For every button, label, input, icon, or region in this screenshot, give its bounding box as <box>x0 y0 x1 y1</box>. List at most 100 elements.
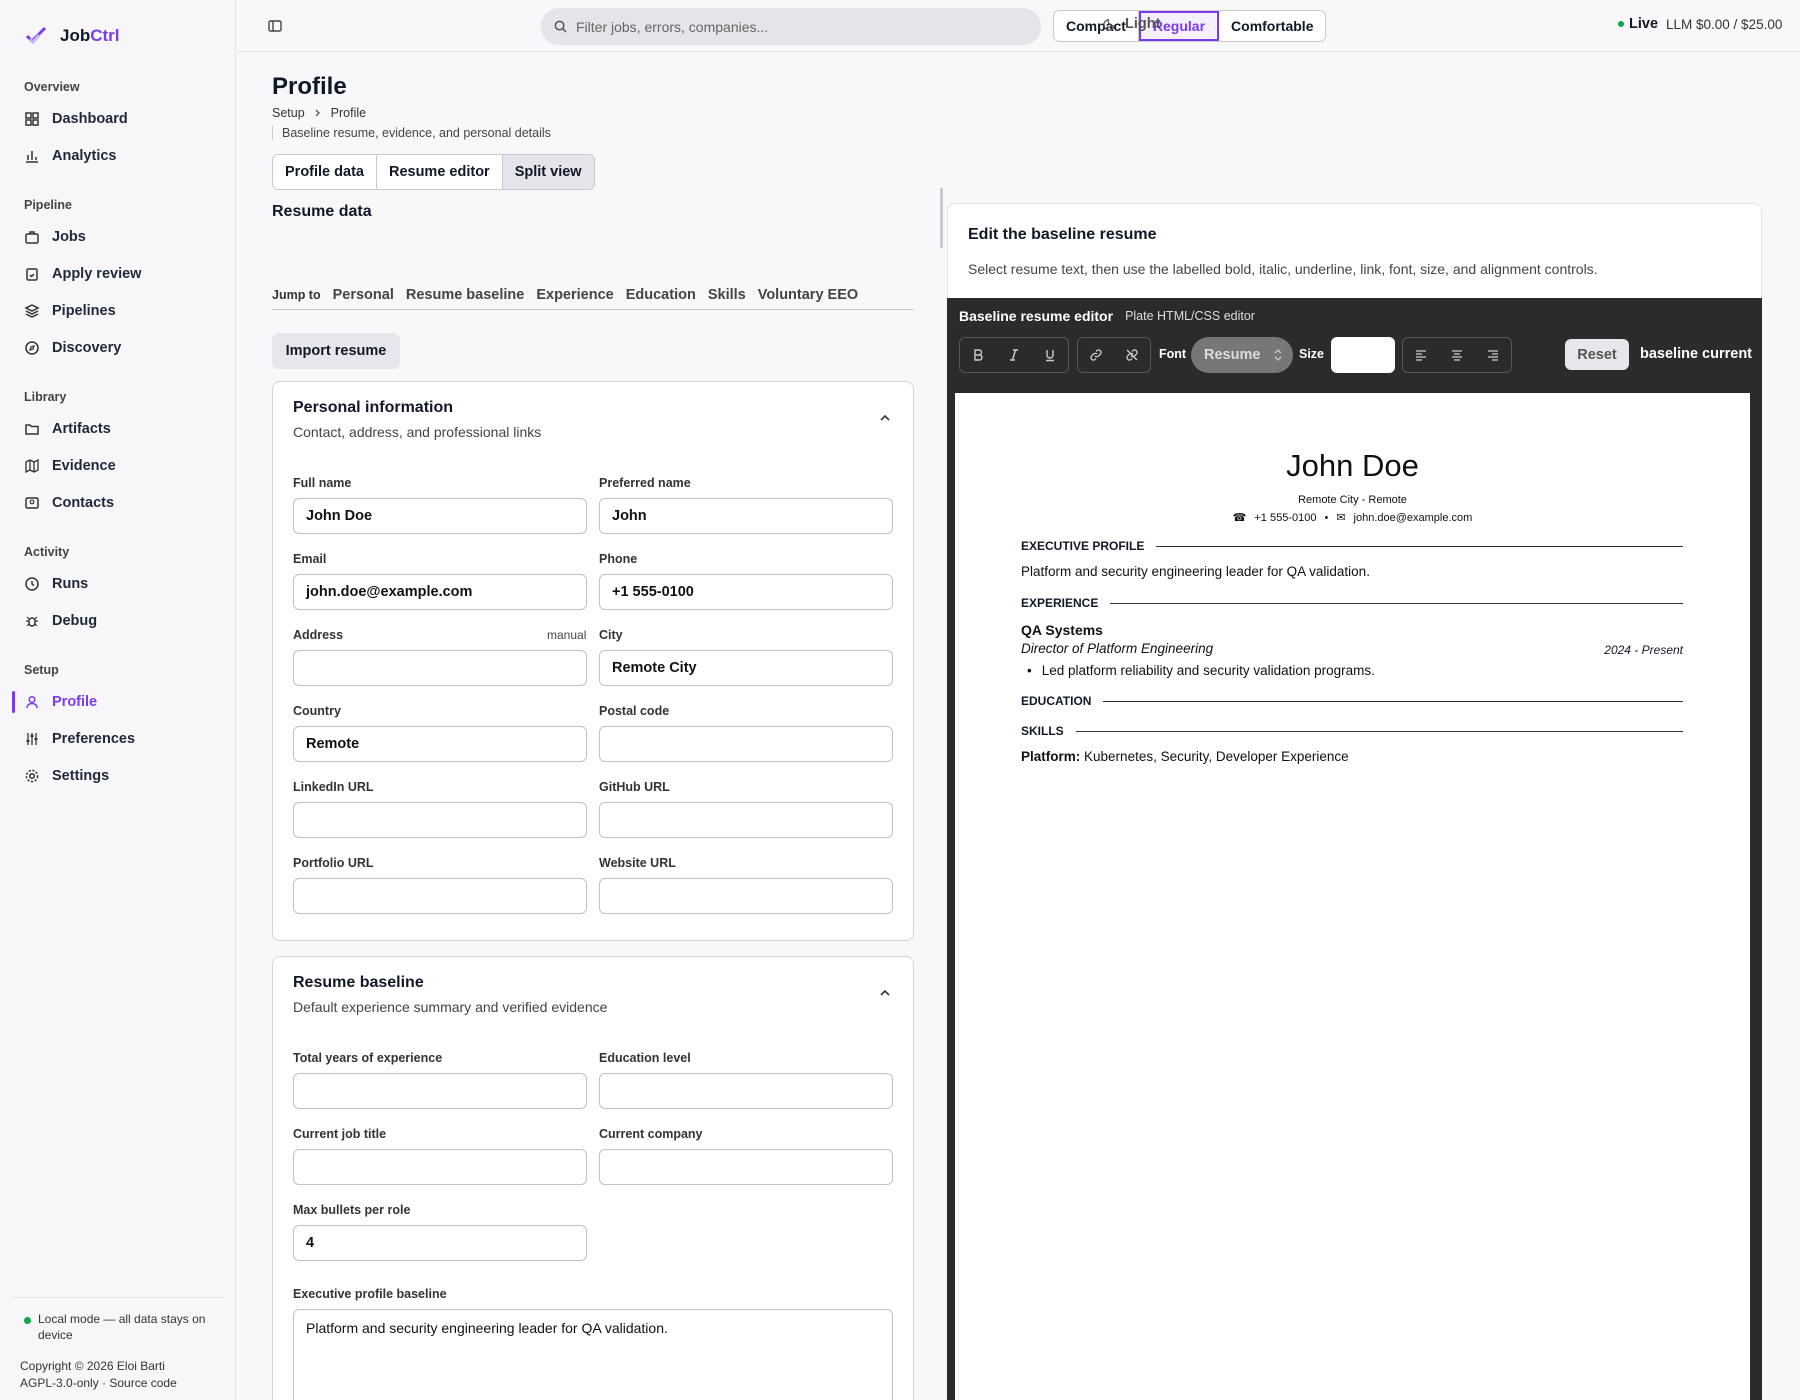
theme-toggle-button[interactable]: Light <box>1103 16 1160 32</box>
sidebar-item-jobs[interactable]: Jobs <box>12 220 224 254</box>
link-button[interactable] <box>1078 338 1114 372</box>
phone-input[interactable]: +1 555-0100 <box>599 574 893 610</box>
github-label: GitHub URL <box>599 780 670 794</box>
collapse-baseline-button[interactable] <box>879 987 891 999</box>
status-dot-icon <box>24 1317 31 1324</box>
italic-button[interactable] <box>996 338 1032 372</box>
sidebar-item-artifacts[interactable]: Artifacts <box>12 412 224 446</box>
sidebar-item-contacts[interactable]: Contacts <box>12 486 224 520</box>
reset-button[interactable]: Reset <box>1565 339 1629 370</box>
company-input[interactable] <box>599 1149 893 1185</box>
breadcrumb-setup[interactable]: Setup <box>272 106 305 120</box>
jump-skills[interactable]: Skills <box>708 287 746 303</box>
import-resume-button[interactable]: Import resume <box>272 333 400 369</box>
jump-personal[interactable]: Personal <box>333 287 394 303</box>
job-title-label: Current job title <box>293 1127 387 1141</box>
bar-chart-icon <box>26 151 38 163</box>
breadcrumb: Setup Profile <box>272 106 366 120</box>
sidebar-item-settings[interactable]: Settings <box>12 759 224 793</box>
search-icon <box>554 20 567 33</box>
jump-education[interactable]: Education <box>626 287 696 303</box>
full-name-label: Full name <box>293 476 352 490</box>
sidebar-item-debug[interactable]: Debug <box>12 604 224 638</box>
jump-label: Jump to <box>272 287 321 302</box>
max-bullets-label: Max bullets per role <box>293 1203 411 1217</box>
linkedin-input[interactable] <box>293 802 587 838</box>
max-bullets-input[interactable]: 4 <box>293 1225 587 1261</box>
country-input[interactable]: Remote <box>293 726 587 762</box>
sidebar-item-analytics[interactable]: Analytics <box>12 139 224 173</box>
app-logo[interactable]: JobCtrl <box>24 24 120 48</box>
portfolio-label: Portfolio URL <box>293 856 374 870</box>
font-select[interactable]: Resume <box>1191 337 1293 373</box>
education-level-input[interactable] <box>599 1073 893 1109</box>
resume-page[interactable]: John Doe Remote City - Remote ☎ +1 555-0… <box>955 393 1750 1400</box>
portfolio-input[interactable] <box>293 878 587 914</box>
education-level-label: Education level <box>599 1051 691 1065</box>
compass-icon <box>25 341 39 355</box>
local-mode-note: Local mode — all data stays on device <box>38 1312 206 1342</box>
sidebar-item-evidence[interactable]: Evidence <box>12 449 224 483</box>
mail-icon: ✉ <box>1336 512 1346 524</box>
font-label: Font <box>1159 347 1187 361</box>
tab-split-view[interactable]: Split view <box>502 155 594 189</box>
search-input[interactable] <box>576 18 1016 35</box>
sidebar-item-runs[interactable]: Runs <box>12 567 224 601</box>
tab-resume-editor[interactable]: Resume editor <box>377 155 503 189</box>
resume-phone: +1 555-0100 <box>1254 511 1317 524</box>
sidebar-toggle-button[interactable] <box>267 18 283 34</box>
section-setup: Setup <box>24 663 59 677</box>
chevrons-up-down-icon <box>1274 349 1282 361</box>
editor-title-bar: Baseline resume editor Plate HTML/CSS ed… <box>959 308 1255 324</box>
resume-email: john.doe@example.com <box>1353 511 1473 524</box>
resume-baseline-card: Resume baseline Default experience summa… <box>272 956 914 1400</box>
llm-budget: LLM $0.00 / $25.00 <box>1666 17 1783 32</box>
jump-experience[interactable]: Experience <box>536 287 613 303</box>
size-input[interactable] <box>1331 337 1395 373</box>
bold-icon <box>974 349 983 361</box>
preferred-name-input[interactable]: John <box>599 498 893 534</box>
sidebar-item-discovery[interactable]: Discovery <box>12 331 224 365</box>
underline-icon <box>1046 350 1054 362</box>
job-title-input[interactable] <box>293 1149 587 1185</box>
sidebar-item-pipelines[interactable]: Pipelines <box>12 294 224 328</box>
jump-resume-baseline[interactable]: Resume baseline <box>406 287 524 303</box>
underline-button[interactable] <box>1032 338 1068 372</box>
city-input[interactable]: Remote City <box>599 650 893 686</box>
sliders-icon <box>26 733 38 745</box>
align-center-button[interactable] <box>1439 338 1475 372</box>
address-input[interactable] <box>293 650 587 686</box>
github-input[interactable] <box>599 802 893 838</box>
sidebar-item-apply-review[interactable]: Apply review <box>12 257 224 291</box>
years-input[interactable] <box>293 1073 587 1109</box>
license-link[interactable]: AGPL-3.0-only · Source code <box>20 1376 177 1390</box>
section-overview: Overview <box>24 80 80 94</box>
split-handle[interactable] <box>940 188 943 248</box>
postal-code-input[interactable] <box>599 726 893 762</box>
collapse-button[interactable] <box>879 412 891 424</box>
website-input[interactable] <box>599 878 893 914</box>
exec-profile-textarea[interactable]: Platform and security engineering leader… <box>293 1309 893 1400</box>
unlink-button[interactable] <box>1114 338 1150 372</box>
align-left-button[interactable] <box>1403 338 1439 372</box>
bold-button[interactable] <box>960 338 996 372</box>
address-manual-tag: manual <box>547 628 587 642</box>
personal-subtitle: Contact, address, and professional links <box>293 424 542 440</box>
search-bar[interactable] <box>541 8 1041 45</box>
jump-voluntary-eeo[interactable]: Voluntary EEO <box>758 287 858 303</box>
section-activity: Activity <box>24 545 70 559</box>
email-input[interactable]: john.doe@example.com <box>293 574 587 610</box>
align-right-button[interactable] <box>1475 338 1511 372</box>
sidebar-item-preferences[interactable]: Preferences <box>12 722 224 756</box>
editor-card-title: Edit the baseline resume <box>968 226 1157 243</box>
full-name-input[interactable]: John Doe <box>293 498 587 534</box>
tab-profile-data[interactable]: Profile data <box>273 155 377 189</box>
contacts-icon <box>25 497 39 509</box>
sidebar-item-profile[interactable]: Profile <box>12 685 224 719</box>
sidebar-item-dashboard[interactable]: Dashboard <box>12 102 224 136</box>
linkedin-label: LinkedIn URL <box>293 780 374 794</box>
email-label: Email <box>293 552 327 566</box>
address-label: Address <box>293 628 344 642</box>
density-comfortable-button[interactable]: Comfortable <box>1219 11 1325 41</box>
resume-executive-text: Platform and security engineering leader… <box>1021 564 1370 579</box>
